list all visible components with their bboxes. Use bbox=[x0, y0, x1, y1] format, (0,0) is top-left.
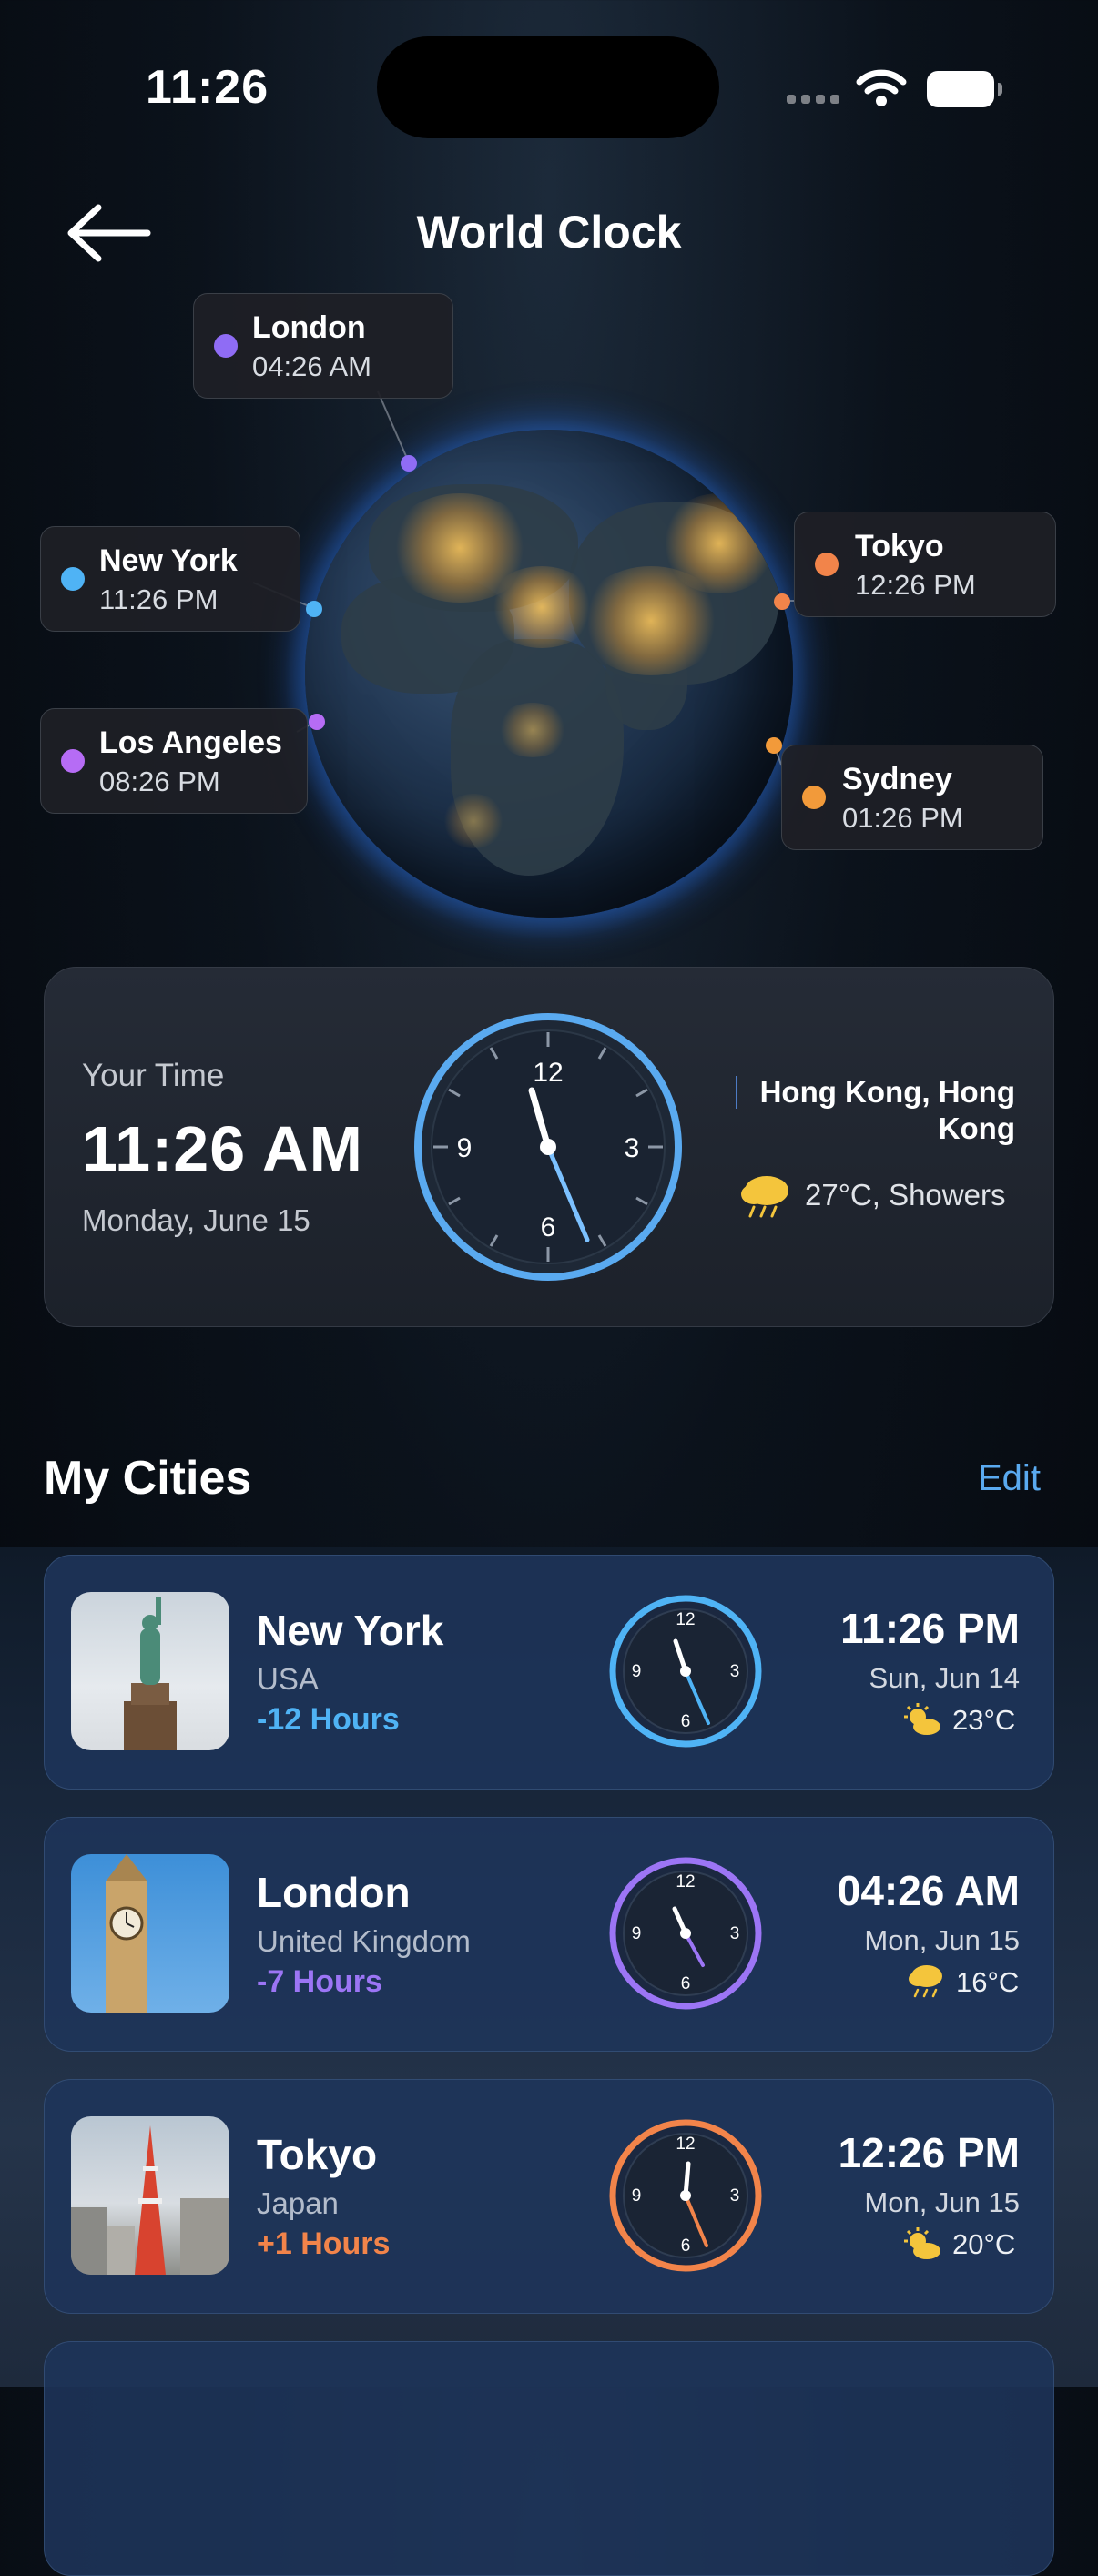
dial-number-12: 12 bbox=[676, 1610, 695, 1629]
tag-city-time: 08:26 PM bbox=[99, 766, 220, 797]
city-temperature: 23°C bbox=[952, 1704, 1016, 1736]
your-date-value: Monday, June 15 bbox=[82, 1203, 310, 1237]
tag-dot bbox=[61, 567, 85, 591]
dial-number-3: 3 bbox=[730, 1924, 740, 1943]
globe-tag-sydney[interactable]: Sydney 01:26 PM bbox=[781, 745, 1043, 850]
partly-sunny-icon bbox=[904, 2227, 940, 2259]
tag-dot bbox=[815, 553, 839, 576]
dial-number-9: 9 bbox=[632, 1924, 642, 1943]
dial-number-6: 6 bbox=[681, 2236, 691, 2256]
tag-city-time: 12:26 PM bbox=[855, 569, 976, 601]
city-date: Mon, Jun 15 bbox=[864, 1924, 1020, 1956]
your-location-line1: Hong Kong, Hong bbox=[759, 1075, 1015, 1109]
big-ben-thumbnail bbox=[71, 1854, 229, 2013]
edit-button[interactable]: Edit bbox=[978, 1458, 1041, 1499]
dial-number-6: 6 bbox=[541, 1212, 556, 1242]
tag-dot bbox=[61, 749, 85, 773]
local-weather: 27°C, Showers bbox=[805, 1178, 1006, 1212]
city-temperature: 16°C bbox=[956, 1966, 1020, 1998]
your-time-label: Your Time bbox=[82, 1058, 225, 1093]
tag-dot bbox=[802, 786, 826, 809]
globe-pin-sydney[interactable] bbox=[766, 737, 782, 754]
dial-number-12: 12 bbox=[533, 1058, 563, 1088]
dial-number-3: 3 bbox=[730, 2186, 740, 2206]
dial-number-12: 12 bbox=[676, 1872, 695, 1891]
tag-dot bbox=[214, 334, 238, 358]
partly-sunny-icon bbox=[904, 1703, 940, 1735]
dial-number-6: 6 bbox=[681, 1974, 691, 1993]
city-offset: +1 Hours bbox=[257, 2226, 391, 2261]
globe-tag-london[interactable]: London 04:26 AM bbox=[193, 293, 453, 399]
globe-pin-new-york[interactable] bbox=[306, 601, 322, 617]
city-name: London bbox=[257, 1869, 411, 1916]
dial-number-6: 6 bbox=[681, 1712, 691, 1731]
city-offset: -7 Hours bbox=[257, 1964, 382, 1999]
local-analog-clock: 12 3 6 9 bbox=[414, 1013, 682, 1281]
dial-number-9: 9 bbox=[632, 1662, 642, 1681]
city-time: 11:26 PM bbox=[840, 1605, 1020, 1652]
tag-city-name: London bbox=[252, 310, 366, 345]
your-location: Hong Kong, Hong Kong bbox=[719, 1074, 1015, 1147]
globe-pin-london[interactable] bbox=[401, 455, 417, 472]
city-time: 12:26 PM bbox=[838, 2129, 1020, 2176]
city-analog-clock: 12 3 6 9 bbox=[609, 1595, 762, 1748]
city-name: Tokyo bbox=[257, 2131, 378, 2178]
statue-of-liberty-thumbnail bbox=[71, 1592, 229, 1750]
tag-city-name: Tokyo bbox=[855, 529, 944, 563]
city-analog-clock: 12 3 6 9 bbox=[609, 1857, 762, 2010]
tag-city-name: Sydney bbox=[842, 762, 952, 796]
dial-number-9: 9 bbox=[457, 1133, 473, 1163]
rain-cloud-icon bbox=[741, 1176, 788, 1218]
globe-tag-new-york[interactable]: New York 11:26 PM bbox=[40, 526, 300, 632]
tag-city-time: 04:26 AM bbox=[252, 350, 371, 382]
city-country: USA bbox=[257, 1662, 319, 1696]
your-location-line2: Kong bbox=[938, 1111, 1015, 1145]
globe-pin-los-angeles[interactable] bbox=[309, 714, 325, 730]
globe-tag-tokyo[interactable]: Tokyo 12:26 PM bbox=[794, 512, 1056, 617]
city-country: Japan bbox=[257, 2186, 339, 2220]
city-time: 04:26 AM bbox=[837, 1867, 1020, 1914]
tokyo-tower-thumbnail bbox=[71, 2116, 229, 2275]
tag-city-name: Los Angeles bbox=[99, 725, 282, 760]
globe-tag-los-angeles[interactable]: Los Angeles 08:26 PM bbox=[40, 708, 308, 814]
city-temperature: 20°C bbox=[952, 2228, 1016, 2260]
globe-pin-tokyo[interactable] bbox=[774, 593, 790, 610]
city-offset: -12 Hours bbox=[257, 1702, 400, 1737]
city-date: Sun, Jun 14 bbox=[869, 1662, 1020, 1694]
section-title: My Cities bbox=[44, 1452, 252, 1505]
rain-cloud-icon bbox=[909, 1965, 942, 1998]
city-name: New York bbox=[257, 1607, 444, 1654]
your-time-value: 11:26 AM bbox=[82, 1113, 363, 1184]
dial-number-9: 9 bbox=[632, 2186, 642, 2206]
tag-city-time: 11:26 PM bbox=[99, 583, 219, 615]
dial-number-3: 3 bbox=[625, 1133, 640, 1163]
city-date: Mon, Jun 15 bbox=[864, 2186, 1020, 2218]
city-country: United Kingdom bbox=[257, 1924, 471, 1958]
dial-number-12: 12 bbox=[676, 2135, 695, 2154]
dial-number-3: 3 bbox=[730, 1662, 740, 1681]
tag-city-time: 01:26 PM bbox=[842, 802, 963, 834]
city-card-partial[interactable] bbox=[44, 2341, 1054, 2576]
tag-city-name: New York bbox=[99, 543, 238, 578]
city-analog-clock: 12 3 6 9 bbox=[609, 2119, 762, 2272]
